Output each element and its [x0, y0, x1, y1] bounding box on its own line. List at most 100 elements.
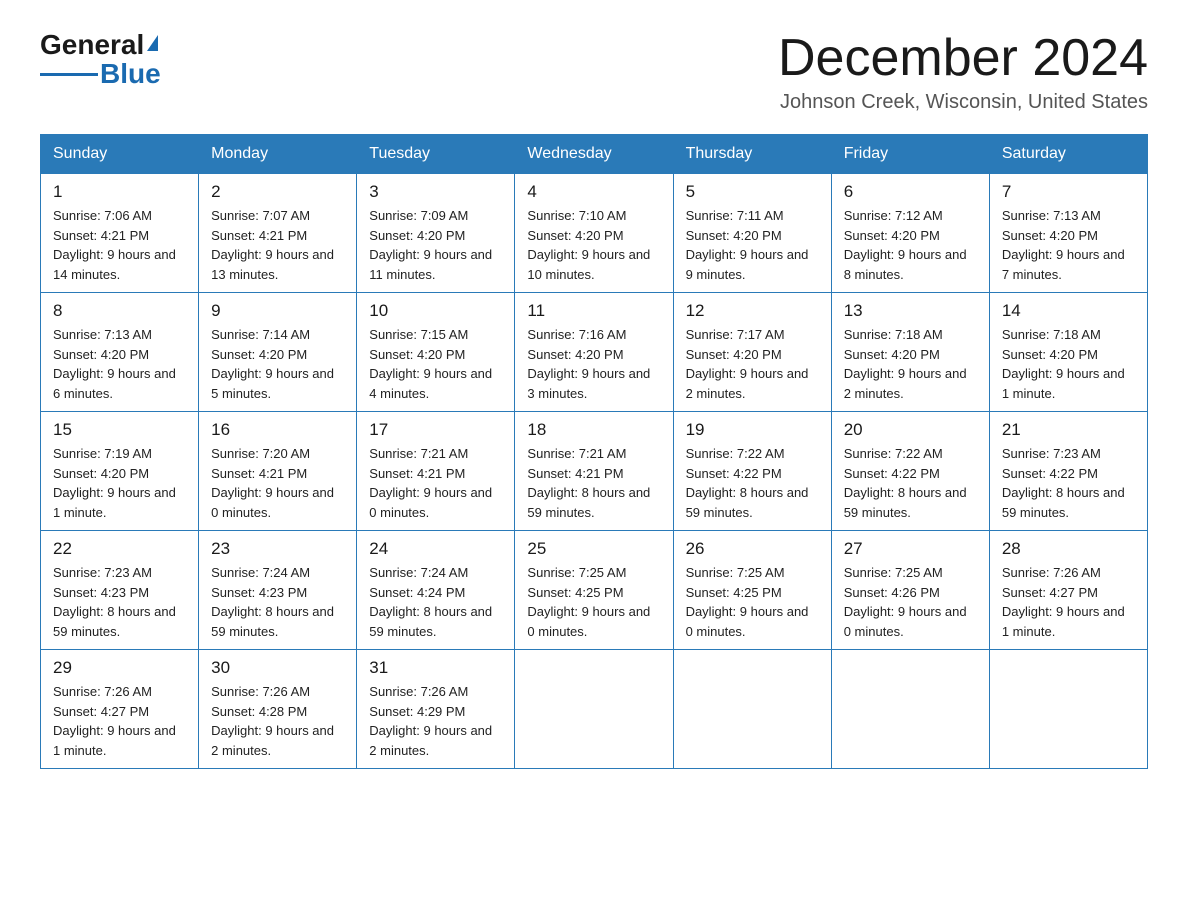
- day-info: Sunrise: 7:16 AM Sunset: 4:20 PM Dayligh…: [527, 325, 660, 403]
- col-friday: Friday: [831, 135, 989, 174]
- day-number: 14: [1002, 301, 1135, 321]
- table-row: 29 Sunrise: 7:26 AM Sunset: 4:27 PM Dayl…: [41, 650, 199, 769]
- day-info: Sunrise: 7:26 AM Sunset: 4:27 PM Dayligh…: [53, 682, 186, 760]
- col-sunday: Sunday: [41, 135, 199, 174]
- day-info: Sunrise: 7:10 AM Sunset: 4:20 PM Dayligh…: [527, 206, 660, 284]
- table-row: 6 Sunrise: 7:12 AM Sunset: 4:20 PM Dayli…: [831, 174, 989, 293]
- day-number: 2: [211, 182, 344, 202]
- table-row: 12 Sunrise: 7:17 AM Sunset: 4:20 PM Dayl…: [673, 293, 831, 412]
- day-info: Sunrise: 7:25 AM Sunset: 4:25 PM Dayligh…: [527, 563, 660, 641]
- day-info: Sunrise: 7:20 AM Sunset: 4:21 PM Dayligh…: [211, 444, 344, 522]
- table-row: 18 Sunrise: 7:21 AM Sunset: 4:21 PM Dayl…: [515, 412, 673, 531]
- day-info: Sunrise: 7:07 AM Sunset: 4:21 PM Dayligh…: [211, 206, 344, 284]
- day-info: Sunrise: 7:26 AM Sunset: 4:28 PM Dayligh…: [211, 682, 344, 760]
- day-number: 1: [53, 182, 186, 202]
- table-row: 16 Sunrise: 7:20 AM Sunset: 4:21 PM Dayl…: [199, 412, 357, 531]
- day-number: 15: [53, 420, 186, 440]
- day-number: 11: [527, 301, 660, 321]
- day-info: Sunrise: 7:11 AM Sunset: 4:20 PM Dayligh…: [686, 206, 819, 284]
- calendar-week-row: 15 Sunrise: 7:19 AM Sunset: 4:20 PM Dayl…: [41, 412, 1148, 531]
- table-row: 13 Sunrise: 7:18 AM Sunset: 4:20 PM Dayl…: [831, 293, 989, 412]
- day-info: Sunrise: 7:26 AM Sunset: 4:27 PM Dayligh…: [1002, 563, 1135, 641]
- table-row: 23 Sunrise: 7:24 AM Sunset: 4:23 PM Dayl…: [199, 531, 357, 650]
- table-row: 27 Sunrise: 7:25 AM Sunset: 4:26 PM Dayl…: [831, 531, 989, 650]
- table-row: 15 Sunrise: 7:19 AM Sunset: 4:20 PM Dayl…: [41, 412, 199, 531]
- table-row: 3 Sunrise: 7:09 AM Sunset: 4:20 PM Dayli…: [357, 174, 515, 293]
- table-row: 19 Sunrise: 7:22 AM Sunset: 4:22 PM Dayl…: [673, 412, 831, 531]
- table-row: [831, 650, 989, 769]
- day-number: 4: [527, 182, 660, 202]
- day-info: Sunrise: 7:25 AM Sunset: 4:26 PM Dayligh…: [844, 563, 977, 641]
- day-number: 13: [844, 301, 977, 321]
- day-number: 23: [211, 539, 344, 559]
- day-info: Sunrise: 7:24 AM Sunset: 4:23 PM Dayligh…: [211, 563, 344, 641]
- table-row: 4 Sunrise: 7:10 AM Sunset: 4:20 PM Dayli…: [515, 174, 673, 293]
- day-number: 29: [53, 658, 186, 678]
- day-info: Sunrise: 7:19 AM Sunset: 4:20 PM Dayligh…: [53, 444, 186, 522]
- day-info: Sunrise: 7:23 AM Sunset: 4:22 PM Dayligh…: [1002, 444, 1135, 522]
- day-number: 16: [211, 420, 344, 440]
- col-thursday: Thursday: [673, 135, 831, 174]
- calendar-week-row: 1 Sunrise: 7:06 AM Sunset: 4:21 PM Dayli…: [41, 174, 1148, 293]
- day-info: Sunrise: 7:18 AM Sunset: 4:20 PM Dayligh…: [844, 325, 977, 403]
- table-row: 11 Sunrise: 7:16 AM Sunset: 4:20 PM Dayl…: [515, 293, 673, 412]
- day-info: Sunrise: 7:18 AM Sunset: 4:20 PM Dayligh…: [1002, 325, 1135, 403]
- table-row: 5 Sunrise: 7:11 AM Sunset: 4:20 PM Dayli…: [673, 174, 831, 293]
- location: Johnson Creek, Wisconsin, United States: [778, 91, 1148, 114]
- logo-blue: Blue: [100, 59, 161, 90]
- table-row: 26 Sunrise: 7:25 AM Sunset: 4:25 PM Dayl…: [673, 531, 831, 650]
- day-info: Sunrise: 7:25 AM Sunset: 4:25 PM Dayligh…: [686, 563, 819, 641]
- day-number: 26: [686, 539, 819, 559]
- day-info: Sunrise: 7:21 AM Sunset: 4:21 PM Dayligh…: [369, 444, 502, 522]
- table-row: 25 Sunrise: 7:25 AM Sunset: 4:25 PM Dayl…: [515, 531, 673, 650]
- day-number: 21: [1002, 420, 1135, 440]
- day-number: 25: [527, 539, 660, 559]
- table-row: 8 Sunrise: 7:13 AM Sunset: 4:20 PM Dayli…: [41, 293, 199, 412]
- day-info: Sunrise: 7:13 AM Sunset: 4:20 PM Dayligh…: [1002, 206, 1135, 284]
- day-info: Sunrise: 7:13 AM Sunset: 4:20 PM Dayligh…: [53, 325, 186, 403]
- day-info: Sunrise: 7:17 AM Sunset: 4:20 PM Dayligh…: [686, 325, 819, 403]
- table-row: 10 Sunrise: 7:15 AM Sunset: 4:20 PM Dayl…: [357, 293, 515, 412]
- col-wednesday: Wednesday: [515, 135, 673, 174]
- day-number: 8: [53, 301, 186, 321]
- page-header: General Blue December 2024 Johnson Creek…: [40, 30, 1148, 114]
- table-row: 14 Sunrise: 7:18 AM Sunset: 4:20 PM Dayl…: [989, 293, 1147, 412]
- day-info: Sunrise: 7:24 AM Sunset: 4:24 PM Dayligh…: [369, 563, 502, 641]
- day-number: 9: [211, 301, 344, 321]
- calendar-header-row: Sunday Monday Tuesday Wednesday Thursday…: [41, 135, 1148, 174]
- table-row: 31 Sunrise: 7:26 AM Sunset: 4:29 PM Dayl…: [357, 650, 515, 769]
- calendar-week-row: 29 Sunrise: 7:26 AM Sunset: 4:27 PM Dayl…: [41, 650, 1148, 769]
- col-tuesday: Tuesday: [357, 135, 515, 174]
- day-number: 28: [1002, 539, 1135, 559]
- table-row: 30 Sunrise: 7:26 AM Sunset: 4:28 PM Dayl…: [199, 650, 357, 769]
- day-number: 6: [844, 182, 977, 202]
- day-number: 31: [369, 658, 502, 678]
- day-number: 10: [369, 301, 502, 321]
- table-row: 9 Sunrise: 7:14 AM Sunset: 4:20 PM Dayli…: [199, 293, 357, 412]
- day-number: 17: [369, 420, 502, 440]
- logo-general: General: [40, 30, 144, 61]
- table-row: 2 Sunrise: 7:07 AM Sunset: 4:21 PM Dayli…: [199, 174, 357, 293]
- month-title: December 2024: [778, 30, 1148, 87]
- day-info: Sunrise: 7:06 AM Sunset: 4:21 PM Dayligh…: [53, 206, 186, 284]
- table-row: 22 Sunrise: 7:23 AM Sunset: 4:23 PM Dayl…: [41, 531, 199, 650]
- day-number: 20: [844, 420, 977, 440]
- table-row: 28 Sunrise: 7:26 AM Sunset: 4:27 PM Dayl…: [989, 531, 1147, 650]
- table-row: 24 Sunrise: 7:24 AM Sunset: 4:24 PM Dayl…: [357, 531, 515, 650]
- day-number: 3: [369, 182, 502, 202]
- day-number: 24: [369, 539, 502, 559]
- title-block: December 2024 Johnson Creek, Wisconsin, …: [778, 30, 1148, 114]
- day-info: Sunrise: 7:12 AM Sunset: 4:20 PM Dayligh…: [844, 206, 977, 284]
- day-info: Sunrise: 7:26 AM Sunset: 4:29 PM Dayligh…: [369, 682, 502, 760]
- table-row: [673, 650, 831, 769]
- calendar-week-row: 8 Sunrise: 7:13 AM Sunset: 4:20 PM Dayli…: [41, 293, 1148, 412]
- day-info: Sunrise: 7:22 AM Sunset: 4:22 PM Dayligh…: [686, 444, 819, 522]
- day-number: 7: [1002, 182, 1135, 202]
- table-row: 21 Sunrise: 7:23 AM Sunset: 4:22 PM Dayl…: [989, 412, 1147, 531]
- table-row: [989, 650, 1147, 769]
- day-info: Sunrise: 7:09 AM Sunset: 4:20 PM Dayligh…: [369, 206, 502, 284]
- col-saturday: Saturday: [989, 135, 1147, 174]
- day-number: 5: [686, 182, 819, 202]
- day-info: Sunrise: 7:23 AM Sunset: 4:23 PM Dayligh…: [53, 563, 186, 641]
- day-number: 19: [686, 420, 819, 440]
